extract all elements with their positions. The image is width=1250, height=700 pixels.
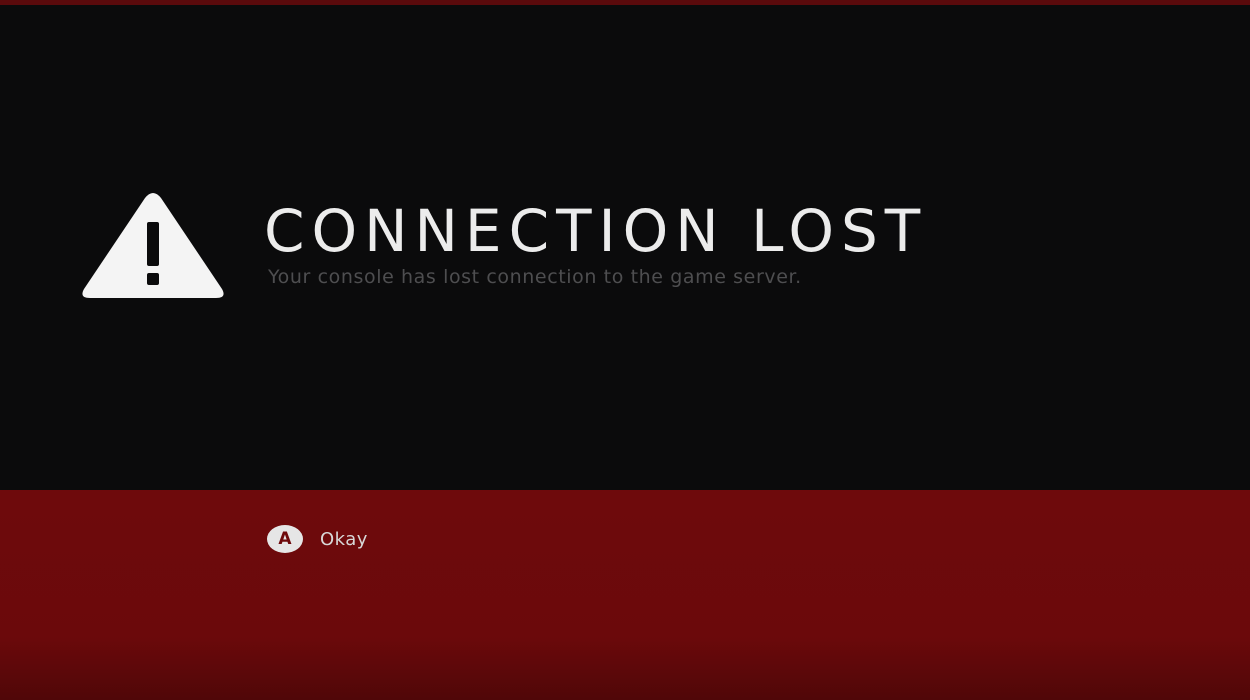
dialog-message: Your console has lost connection to the … — [268, 266, 802, 288]
warning-triangle-icon — [82, 193, 224, 298]
okay-label: Okay — [320, 528, 368, 550]
dialog-title: CONNECTION LOST — [264, 197, 928, 265]
a-button-icon: A — [267, 525, 303, 553]
action-bar — [0, 490, 1250, 700]
connection-lost-screen: CONNECTION LOST Your console has lost co… — [0, 0, 1250, 700]
okay-button[interactable]: A Okay — [267, 524, 368, 554]
